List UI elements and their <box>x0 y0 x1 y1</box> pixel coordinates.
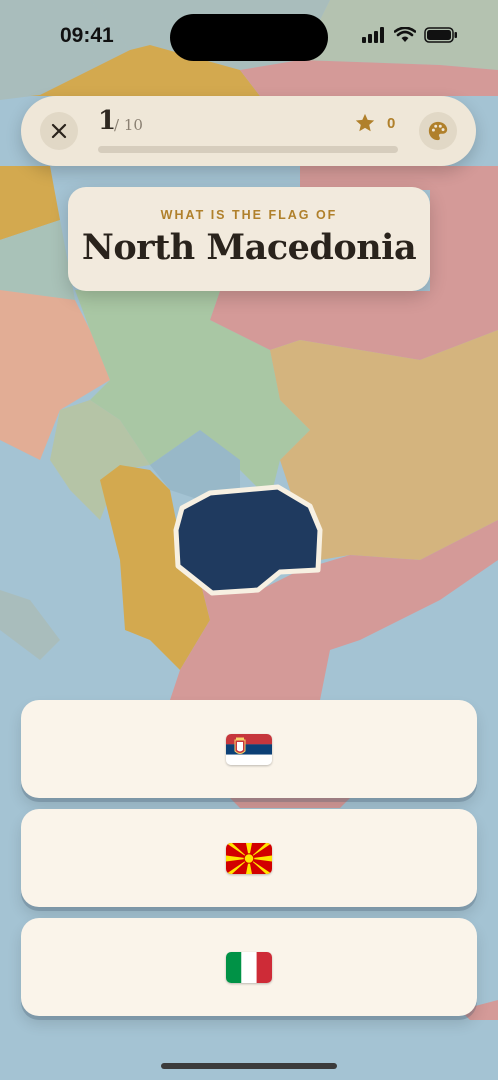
wifi-icon <box>394 27 416 42</box>
north-macedonia-flag-icon <box>226 842 272 874</box>
question-prompt: WHAT IS THE FLAG OF <box>160 208 338 222</box>
score-count: 0 <box>387 115 396 132</box>
battery-icon <box>424 27 457 43</box>
star-icon <box>355 113 375 132</box>
status-time: 09:41 <box>60 24 114 47</box>
close-icon <box>51 123 67 139</box>
question-country: North Macedonia <box>81 227 417 268</box>
answer-option-3[interactable] <box>21 918 477 1016</box>
question-card: WHAT IS THE FLAG OF North Macedonia <box>68 187 430 291</box>
italy-flag-icon <box>226 951 272 983</box>
home-indicator <box>161 1063 337 1069</box>
close-button[interactable] <box>40 112 78 150</box>
quiz-header: 1 / 10 0 <box>21 96 476 166</box>
signal-icon <box>362 27 384 43</box>
status-bar: 09:41 <box>0 0 498 76</box>
progress-bar <box>98 146 398 153</box>
dynamic-island <box>170 14 328 61</box>
map-region <box>230 798 350 808</box>
palette-icon <box>428 121 448 141</box>
answer-option-1[interactable] <box>21 700 477 798</box>
theme-button[interactable] <box>419 112 457 150</box>
answer-option-2[interactable] <box>21 809 477 907</box>
serbia-flag-icon <box>226 733 272 765</box>
progress-total: / 10 <box>114 116 143 134</box>
